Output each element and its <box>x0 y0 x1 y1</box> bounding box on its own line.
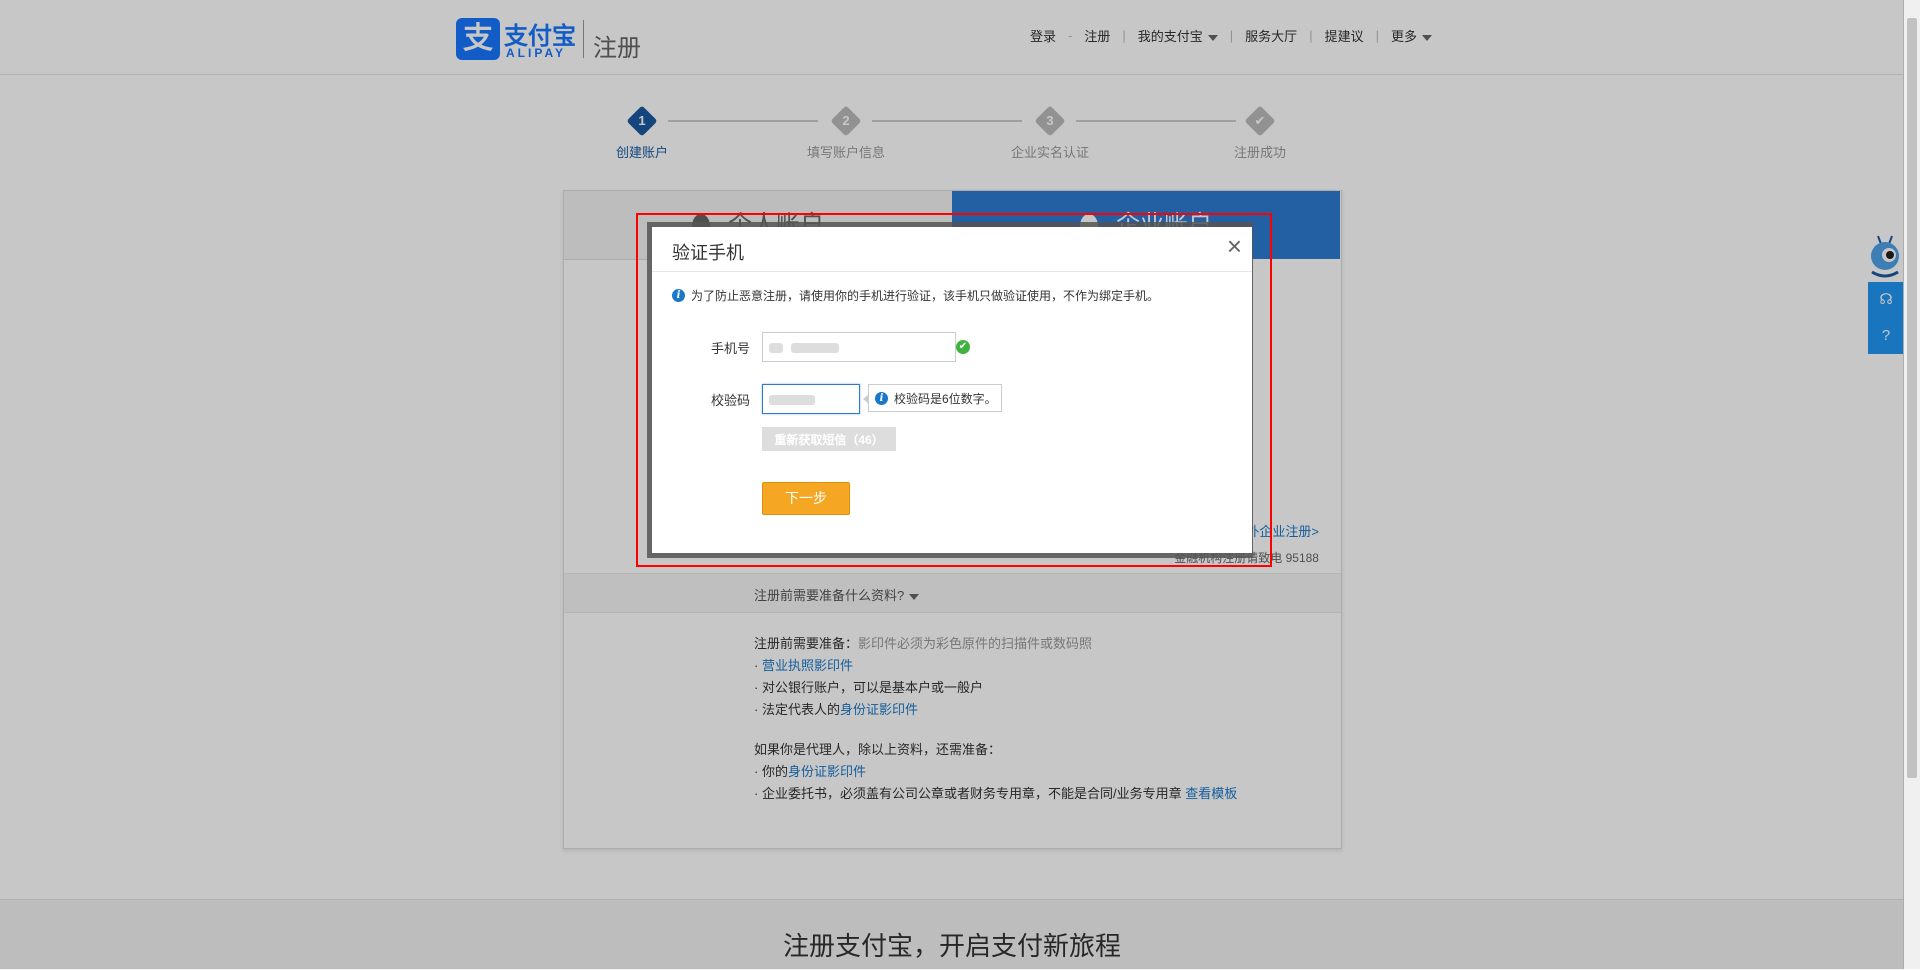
masked-value <box>791 343 839 353</box>
dialog-notice: i 为了防止恶意注册，请使用你的手机进行验证，该手机只做验证使用，不作为绑定手机… <box>672 287 1159 304</box>
phone-label: 手机号 <box>710 341 750 356</box>
dialog-title: 验证手机 <box>672 243 744 263</box>
notice-text: 为了防止恶意注册，请使用你的手机进行验证，该手机只做验证使用，不作为绑定手机。 <box>691 289 1160 303</box>
close-icon[interactable]: × <box>1227 233 1242 259</box>
code-tip-text: 校验码是6位数字。 <box>894 391 997 406</box>
verification-code-input[interactable] <box>762 384 860 414</box>
page-scrollbar[interactable] <box>1903 0 1920 969</box>
verify-phone-dialog: 验证手机 × i 为了防止恶意注册，请使用你的手机进行验证，该手机只做验证使用，… <box>652 227 1252 553</box>
info-icon: i <box>672 289 685 302</box>
code-tip: i 校验码是6位数字。 <box>863 384 1002 412</box>
code-label: 校验码 <box>710 393 750 408</box>
next-step-button[interactable]: 下一步 <box>762 482 850 515</box>
dialog-header: 验证手机 × <box>652 227 1252 272</box>
scrollbar-thumb[interactable] <box>1907 18 1917 778</box>
masked-value <box>769 395 815 405</box>
check-circle-icon: ✔ <box>956 340 970 354</box>
resend-sms-button[interactable]: 重新获取短信（46） <box>762 427 896 451</box>
phone-input[interactable] <box>762 332 956 362</box>
masked-value <box>769 343 783 353</box>
info-icon: i <box>875 391 888 405</box>
